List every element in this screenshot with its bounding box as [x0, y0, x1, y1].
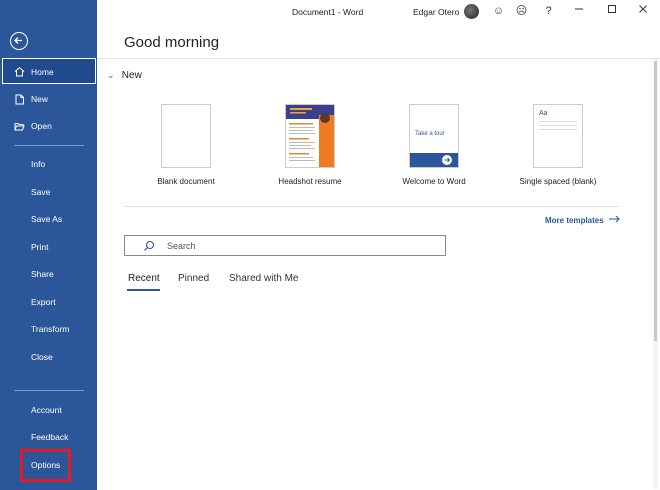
backstage-sidebar: Home New Open Info Save Save As Print Sh…: [0, 0, 97, 490]
tab-pinned[interactable]: Pinned: [178, 273, 209, 284]
sidebar-item-label: Save As: [31, 214, 63, 224]
sidebar-item-save-as[interactable]: Save As: [0, 206, 97, 232]
title-bar: Document1 - Word Edgar Otero ☺ ☹ ?: [97, 0, 660, 24]
search-box[interactable]: [124, 235, 446, 256]
sidebar-item-label: Feedback: [31, 432, 69, 442]
sidebar-item-export[interactable]: Export: [0, 289, 97, 315]
arrow-right-icon: [608, 215, 620, 223]
sidebar-item-account[interactable]: Account: [0, 397, 97, 423]
close-icon[interactable]: [635, 4, 650, 19]
main-content: Good morning ⌄ New Blank document Headsh…: [97, 24, 660, 490]
search-input[interactable]: [167, 239, 427, 252]
chevron-down-icon: ⌄: [107, 70, 115, 80]
sidebar-item-info[interactable]: Info: [0, 151, 97, 177]
folder-open-icon: [14, 123, 25, 131]
template-single-spaced-blank[interactable]: Aa: [533, 104, 583, 168]
sidebar-item-save[interactable]: Save: [0, 179, 97, 205]
sidebar-item-label: Open: [31, 121, 52, 131]
template-headshot-resume[interactable]: [285, 104, 335, 168]
template-blank-document[interactable]: [161, 104, 211, 168]
sidebar-item-label: New: [31, 94, 49, 104]
sidebar-item-label: Info: [31, 159, 46, 169]
avatar[interactable]: [464, 4, 479, 19]
scrollbar-thumb[interactable]: [654, 61, 657, 341]
sidebar-item-label: Share: [31, 269, 54, 279]
user-name[interactable]: Edgar Otero: [413, 7, 459, 17]
tab-shared-with-me[interactable]: Shared with Me: [229, 273, 298, 284]
options-highlight-box: [20, 449, 71, 482]
sidebar-divider: [14, 145, 84, 146]
sidebar-item-label: Save: [31, 187, 51, 197]
help-icon[interactable]: ?: [541, 4, 556, 19]
frown-feedback-icon[interactable]: ☹: [514, 4, 529, 19]
sidebar-item-feedback[interactable]: Feedback: [0, 424, 97, 450]
page-title: Good morning: [124, 34, 220, 51]
new-section-title: New: [121, 70, 142, 81]
sidebar-item-label: Account: [31, 405, 62, 415]
template-label: Headshot resume: [278, 177, 342, 186]
sidebar-item-label: Export: [31, 297, 56, 307]
new-section-header[interactable]: ⌄ New: [107, 70, 142, 81]
templates-divider: [124, 206, 619, 207]
back-arrow-icon[interactable]: [10, 32, 28, 50]
template-label: Blank document: [157, 177, 215, 186]
document-title: Document1 - Word: [292, 7, 364, 17]
template-label: Single spaced (blank): [519, 177, 597, 186]
maximize-icon[interactable]: [604, 4, 619, 19]
sidebar-item-transform[interactable]: Transform: [0, 316, 97, 342]
sidebar-item-share[interactable]: Share: [0, 261, 97, 287]
template-label: Welcome to Word: [402, 177, 466, 186]
more-templates-link[interactable]: More templates: [545, 215, 620, 225]
sidebar-item-open[interactable]: Open: [0, 113, 97, 139]
sidebar-item-label: Close: [31, 352, 53, 362]
search-icon: [144, 240, 155, 251]
sidebar-item-label: Home: [31, 67, 54, 77]
home-icon: [14, 66, 25, 76]
sidebar-item-new[interactable]: New: [0, 86, 97, 112]
sidebar-item-print[interactable]: Print: [0, 234, 97, 260]
minimize-icon[interactable]: [571, 4, 586, 19]
template-welcome-to-word[interactable]: Take a tour: [409, 104, 459, 168]
smile-feedback-icon[interactable]: ☺: [491, 4, 506, 19]
more-templates-label: More templates: [545, 216, 604, 225]
sidebar-item-close[interactable]: Close: [0, 344, 97, 370]
new-document-icon: [15, 94, 24, 105]
sidebar-item-label: Print: [31, 242, 49, 252]
header-divider: [97, 58, 660, 59]
sidebar-divider: [14, 390, 84, 391]
sidebar-item-home[interactable]: Home: [2, 58, 96, 84]
active-tab-indicator: [127, 289, 160, 291]
tab-recent[interactable]: Recent: [128, 273, 160, 284]
sidebar-item-label: Transform: [31, 324, 70, 334]
